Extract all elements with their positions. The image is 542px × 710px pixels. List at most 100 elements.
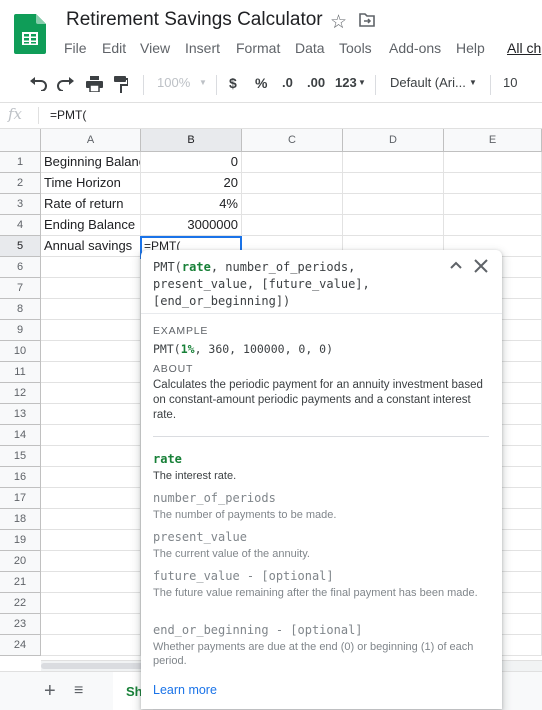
decrease-decimals-button[interactable]: .0 — [282, 75, 293, 90]
cell-c3[interactable] — [242, 194, 343, 215]
cell-a17[interactable] — [41, 488, 141, 509]
row-header[interactable]: 1 — [0, 152, 41, 173]
cell-a20[interactable] — [41, 551, 141, 572]
sheets-logo-icon[interactable] — [14, 14, 46, 54]
cell-a23[interactable] — [41, 614, 141, 635]
cell-e3[interactable] — [444, 194, 542, 215]
row-header[interactable]: 18 — [0, 509, 41, 530]
cell-c4[interactable] — [242, 215, 343, 236]
increase-decimals-button[interactable]: .00 — [307, 75, 325, 90]
cell-a18[interactable] — [41, 509, 141, 530]
column-header-a[interactable]: A — [41, 129, 141, 152]
move-to-folder-icon[interactable] — [359, 13, 375, 27]
cell-a22[interactable] — [41, 593, 141, 614]
paint-format-icon[interactable] — [114, 76, 128, 93]
cell-a9[interactable] — [41, 320, 141, 341]
close-icon[interactable] — [474, 259, 488, 273]
row-header[interactable]: 3 — [0, 194, 41, 215]
row-header[interactable]: 21 — [0, 572, 41, 593]
row-header[interactable]: 17 — [0, 488, 41, 509]
row-header[interactable]: 13 — [0, 404, 41, 425]
more-formats-dropdown-icon[interactable]: ▼ — [358, 78, 366, 87]
cell-a8[interactable] — [41, 299, 141, 320]
collapse-chevron-up-icon[interactable] — [450, 260, 462, 270]
cell-c1[interactable] — [242, 152, 343, 173]
print-icon[interactable] — [86, 76, 103, 92]
currency-format-button[interactable]: $ — [229, 75, 237, 91]
document-title[interactable]: Retirement Savings Calculator — [66, 9, 323, 31]
cell-c2[interactable] — [242, 173, 343, 194]
all-sheets-icon[interactable]: ≡ — [74, 682, 83, 700]
row-header[interactable]: 22 — [0, 593, 41, 614]
percent-format-button[interactable]: % — [255, 75, 267, 91]
cell-e4[interactable] — [444, 215, 542, 236]
row-header[interactable]: 15 — [0, 446, 41, 467]
row-header[interactable]: 11 — [0, 362, 41, 383]
cell-a5[interactable]: Annual savings — [41, 236, 141, 257]
cell-a13[interactable] — [41, 404, 141, 425]
cell-a21[interactable] — [41, 572, 141, 593]
cell-a11[interactable] — [41, 362, 141, 383]
row-header[interactable]: 14 — [0, 425, 41, 446]
cell-e1[interactable] — [444, 152, 542, 173]
cell-d4[interactable] — [343, 215, 444, 236]
column-header-c[interactable]: C — [242, 129, 343, 152]
menu-data[interactable]: Data — [295, 40, 325, 56]
cell-a14[interactable] — [41, 425, 141, 446]
cell-a19[interactable] — [41, 530, 141, 551]
star-icon[interactable]: ☆ — [330, 11, 347, 34]
cell-e2[interactable] — [444, 173, 542, 194]
row-header[interactable]: 9 — [0, 320, 41, 341]
font-size-select[interactable]: 10 — [503, 75, 517, 90]
cell-a7[interactable] — [41, 278, 141, 299]
font-family-select[interactable]: Default (Ari... — [390, 75, 466, 90]
row-header[interactable]: 23 — [0, 614, 41, 635]
row-header[interactable]: 12 — [0, 383, 41, 404]
formula-input[interactable]: =PMT( — [50, 108, 86, 122]
cell-d3[interactable] — [343, 194, 444, 215]
menu-addons[interactable]: Add-ons — [389, 40, 441, 56]
cell-b1[interactable]: 0 — [141, 152, 242, 173]
menu-view[interactable]: View — [140, 40, 170, 56]
add-sheet-icon[interactable]: + — [44, 680, 56, 703]
cell-a4[interactable]: Ending Balance — [41, 215, 141, 236]
row-header[interactable]: 19 — [0, 530, 41, 551]
row-header[interactable]: 10 — [0, 341, 41, 362]
cell-b2[interactable]: 20 — [141, 173, 242, 194]
menu-tools[interactable]: Tools — [339, 40, 372, 56]
row-header[interactable]: 4 — [0, 215, 41, 236]
row-header[interactable]: 24 — [0, 635, 41, 656]
cell-b3[interactable]: 4% — [141, 194, 242, 215]
column-header-b[interactable]: B — [141, 129, 242, 152]
more-formats-button[interactable]: 123 — [335, 75, 357, 90]
cell-a16[interactable] — [41, 467, 141, 488]
cell-d1[interactable] — [343, 152, 444, 173]
row-header[interactable]: 16 — [0, 467, 41, 488]
menu-edit[interactable]: Edit — [102, 40, 126, 56]
cell-a10[interactable] — [41, 341, 141, 362]
all-changes-saved-link[interactable]: All ch — [507, 40, 541, 56]
row-header[interactable]: 20 — [0, 551, 41, 572]
cell-a1[interactable]: Beginning Balance — [41, 152, 141, 173]
menu-insert[interactable]: Insert — [185, 40, 220, 56]
redo-icon[interactable] — [57, 77, 75, 91]
cell-a15[interactable] — [41, 446, 141, 467]
row-header[interactable]: 7 — [0, 278, 41, 299]
menu-file[interactable]: File — [64, 40, 87, 56]
font-dropdown-icon[interactable]: ▼ — [469, 78, 477, 87]
column-header-d[interactable]: D — [343, 129, 444, 152]
cell-a2[interactable]: Time Horizon — [41, 173, 141, 194]
zoom-select[interactable]: 100% — [157, 75, 190, 90]
row-header[interactable]: 8 — [0, 299, 41, 320]
cell-a6[interactable] — [41, 257, 141, 278]
select-all-corner[interactable] — [0, 129, 41, 152]
row-header[interactable]: 6 — [0, 257, 41, 278]
cell-d2[interactable] — [343, 173, 444, 194]
cell-a3[interactable]: Rate of return — [41, 194, 141, 215]
undo-icon[interactable] — [29, 77, 47, 91]
menu-help[interactable]: Help — [456, 40, 485, 56]
cell-a12[interactable] — [41, 383, 141, 404]
cell-b4[interactable]: 3000000 — [141, 215, 242, 236]
cell-a24[interactable] — [41, 635, 141, 656]
column-header-e[interactable]: E — [444, 129, 542, 152]
